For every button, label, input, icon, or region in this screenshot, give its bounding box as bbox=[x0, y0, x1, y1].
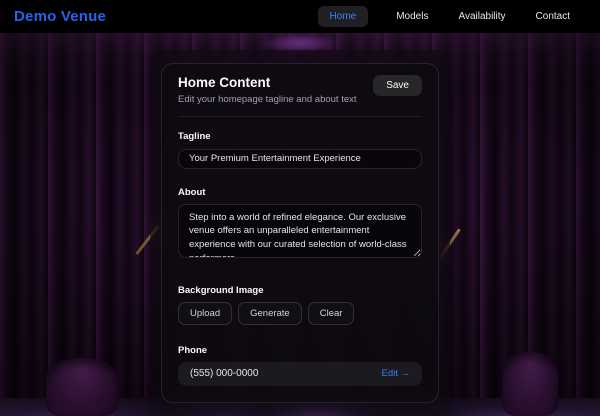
about-label: About bbox=[178, 187, 422, 198]
background-image-label: Background Image bbox=[178, 285, 422, 296]
phone-section: Phone (555) 000-0000 Edit → bbox=[178, 345, 422, 386]
top-navbar: Demo Venue Home Models Availability Cont… bbox=[0, 0, 600, 33]
tagline-section: Tagline bbox=[178, 131, 422, 169]
card-subtitle: Edit your homepage tagline and about tex… bbox=[178, 94, 357, 105]
page: Demo Venue Home Models Availability Cont… bbox=[0, 0, 600, 416]
about-section: About bbox=[178, 187, 422, 263]
phone-label: Phone bbox=[178, 345, 422, 356]
nav-item-availability[interactable]: Availability bbox=[456, 6, 507, 27]
phone-value: (555) 000-0000 bbox=[190, 368, 258, 379]
header-divider bbox=[178, 116, 422, 117]
nav-item-contact[interactable]: Contact bbox=[534, 6, 572, 27]
card-title: Home Content bbox=[178, 75, 357, 90]
background-image-section: Background Image Upload Generate Clear bbox=[178, 285, 422, 325]
clear-button[interactable]: Clear bbox=[308, 302, 355, 325]
planter-left bbox=[46, 358, 118, 416]
brand-logo[interactable]: Demo Venue bbox=[14, 8, 106, 25]
about-textarea[interactable] bbox=[178, 204, 422, 258]
card-header: Home Content Edit your homepage tagline … bbox=[178, 75, 422, 105]
nav-item-models[interactable]: Models bbox=[394, 6, 430, 27]
phone-edit-link[interactable]: Edit → bbox=[381, 368, 410, 379]
generate-button[interactable]: Generate bbox=[238, 302, 302, 325]
content-panel: Home Content Edit your homepage tagline … bbox=[150, 50, 450, 416]
nav-item-home[interactable]: Home bbox=[318, 6, 369, 27]
phone-row: (555) 000-0000 Edit → bbox=[178, 362, 422, 386]
nav-menu: Home Models Availability Contact bbox=[318, 6, 572, 27]
background-image-buttons: Upload Generate Clear bbox=[178, 302, 422, 325]
save-button[interactable]: Save bbox=[373, 75, 422, 96]
upload-button[interactable]: Upload bbox=[178, 302, 232, 325]
tagline-input[interactable] bbox=[178, 149, 422, 169]
planter-right bbox=[502, 352, 558, 416]
tagline-label: Tagline bbox=[178, 131, 422, 142]
home-content-card: Home Content Edit your homepage tagline … bbox=[161, 63, 439, 403]
